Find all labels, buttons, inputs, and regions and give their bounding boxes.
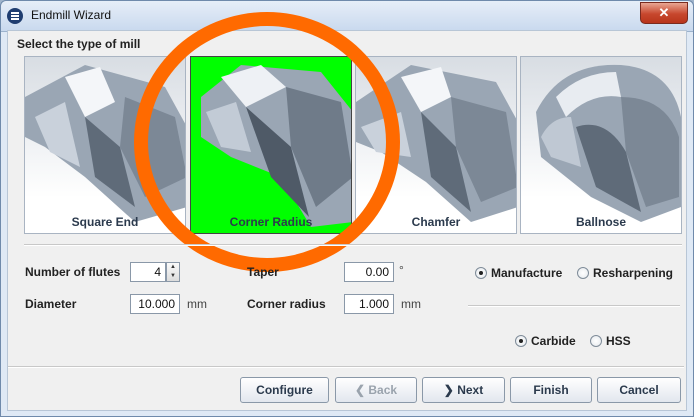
mill-label: Ballnose [575,215,626,229]
next-arrow-icon: ❯ [443,383,454,397]
back-label: Back [368,383,398,397]
flutes-input[interactable]: 4 [130,262,166,282]
section-title: Select the type of mill [17,37,141,51]
taper-input[interactable]: 0.00 [344,262,394,282]
diameter-unit: mm [187,297,207,311]
ballnose-mill-image [536,64,681,222]
divider [24,244,682,246]
resharpening-label[interactable]: Resharpening [593,266,673,280]
diameter-label: Diameter [25,297,77,311]
next-label: Next [457,383,484,397]
configure-button[interactable]: Configure [240,377,329,403]
back-arrow-icon: ❮ [354,383,366,397]
back-button[interactable]: ❮ Back [335,377,417,403]
manufacture-label[interactable]: Manufacture [491,266,562,280]
carbide-radio[interactable] [515,335,527,347]
hss-label[interactable]: HSS [606,334,631,348]
stepper-up-icon[interactable]: ▲ [167,263,179,272]
finish-button[interactable]: Finish [510,377,592,403]
app-icon [7,8,23,24]
title-bar[interactable]: Endmill Wizard ✕ [1,1,693,32]
highlight-circle-annotation [134,12,400,272]
close-button[interactable]: ✕ [640,2,688,24]
taper-label: Taper [247,265,279,279]
mill-option-ballnose[interactable]: Ballnose [520,56,682,234]
corner-radius-unit: mm [401,297,421,311]
mill-label: Chamfer [411,215,461,229]
divider [8,366,684,368]
cancel-button[interactable]: Cancel [597,377,681,403]
corner-radius-input[interactable]: 1.000 [344,294,394,314]
divider [468,305,680,307]
stepper-down-icon[interactable]: ▼ [167,272,179,281]
resharpening-radio[interactable] [577,267,589,279]
corner-radius-label: Corner radius [247,297,326,311]
diameter-input[interactable]: 10.000 [130,294,180,314]
window-title: Endmill Wizard [31,8,112,22]
taper-unit: ° [399,263,404,277]
next-button[interactable]: ❯ Next [422,377,505,403]
hss-radio[interactable] [590,335,602,347]
flutes-label: Number of flutes [25,265,121,279]
manufacture-radio[interactable] [475,267,487,279]
flutes-stepper[interactable]: ▲ ▼ [166,262,180,282]
carbide-label[interactable]: Carbide [531,334,576,348]
